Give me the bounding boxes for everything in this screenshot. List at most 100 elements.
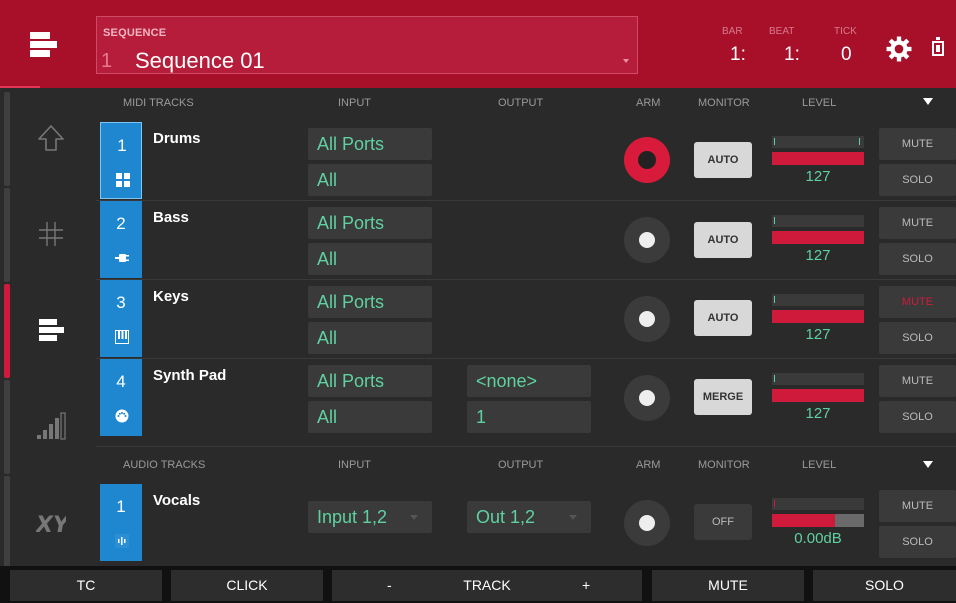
- midi-track-row[interactable]: 4 Synth Pad All Ports All <none> 1 MERGE…: [96, 359, 956, 437]
- level-bar: [772, 231, 864, 244]
- track-name: Bass: [153, 209, 189, 226]
- arm-button[interactable]: [624, 137, 670, 183]
- track-name: Drums: [153, 130, 201, 147]
- monitor-button[interactable]: MERGE: [694, 379, 752, 415]
- midi-track-row[interactable]: 2 Bass All Ports All AUTO 127 MUTE SOLO: [96, 201, 956, 279]
- main-menu-button[interactable]: [18, 22, 62, 66]
- track-number-cell[interactable]: 1: [100, 122, 142, 199]
- level-meter: [772, 215, 864, 227]
- grid-icon: [39, 222, 63, 246]
- input-channel-field[interactable]: All: [308, 401, 432, 433]
- level-meter: [772, 136, 864, 148]
- sidebar-item-xy[interactable]: XY: [0, 476, 96, 570]
- monitor-button[interactable]: AUTO: [694, 300, 752, 336]
- audio-input-value: Input 1,2: [317, 507, 388, 527]
- track-list-icon: [39, 319, 64, 341]
- audio-track-row[interactable]: 1 Vocals Input 1,2 Out 1,2 OFF 0.00dB MU…: [96, 484, 956, 562]
- sidebar-item-grid[interactable]: [0, 188, 96, 282]
- input-channel-field[interactable]: All: [308, 164, 432, 196]
- audio-options-dropdown[interactable]: [923, 461, 933, 468]
- input-port-field[interactable]: All Ports: [308, 207, 432, 239]
- arm-button[interactable]: [624, 500, 670, 546]
- input-channel-field[interactable]: All: [308, 243, 432, 275]
- xy-icon: XY: [36, 513, 66, 538]
- monitor-header: MONITOR: [698, 97, 750, 109]
- mute-mode-button[interactable]: MUTE: [652, 570, 804, 601]
- waveform-icon: [115, 534, 129, 548]
- level-meter: [772, 294, 864, 306]
- track-name: Keys: [153, 288, 189, 305]
- audio-input-field[interactable]: Input 1,2: [308, 501, 432, 533]
- input-port-field[interactable]: All Ports: [308, 286, 432, 318]
- midi-tracks-header: MIDI TRACKS: [123, 97, 194, 109]
- track-number: 1: [117, 136, 127, 155]
- sidebar-item-levels[interactable]: [0, 380, 96, 474]
- input-port-field[interactable]: All Ports: [308, 365, 432, 397]
- arm-button[interactable]: [624, 375, 670, 421]
- monitor-button[interactable]: AUTO: [694, 222, 752, 258]
- midi-options-dropdown[interactable]: [923, 98, 933, 105]
- up-arrow-icon: [38, 125, 64, 151]
- chevron-down-icon: [623, 59, 629, 63]
- track-next-button[interactable]: +: [582, 570, 590, 601]
- monitor-button[interactable]: AUTO: [694, 142, 752, 178]
- chevron-down-icon: [410, 515, 418, 520]
- mute-button[interactable]: MUTE: [879, 128, 956, 160]
- track-name: Synth Pad: [153, 367, 227, 384]
- plug-icon: [115, 254, 129, 262]
- track-number-cell[interactable]: 2: [100, 201, 142, 278]
- level-bar: [772, 389, 864, 402]
- output-port-field[interactable]: <none>: [467, 365, 591, 397]
- solo-mode-button[interactable]: SOLO: [813, 570, 956, 601]
- track-name: Vocals: [153, 492, 201, 509]
- mute-button[interactable]: MUTE: [879, 365, 956, 397]
- monitor-header: MONITOR: [698, 459, 750, 471]
- track-mixer-panel: MIDI TRACKS INPUT OUTPUT ARM MONITOR LEV…: [96, 88, 956, 566]
- gear-icon[interactable]: [886, 36, 912, 62]
- arm-button[interactable]: [624, 296, 670, 342]
- level-meter: [772, 498, 864, 510]
- track-selector[interactable]: - TRACK +: [332, 570, 642, 601]
- mute-button[interactable]: MUTE: [879, 207, 956, 239]
- sidebar-item-up[interactable]: [0, 92, 96, 186]
- sidebar-item-track-mixer[interactable]: [0, 284, 96, 378]
- bar-value[interactable]: 1:: [730, 44, 746, 66]
- track-number-cell[interactable]: 3: [100, 280, 142, 357]
- track-number-cell[interactable]: 1: [100, 484, 142, 561]
- midi-port-icon: [115, 409, 129, 423]
- level-bars-icon: [37, 412, 66, 440]
- track-number-cell[interactable]: 4: [100, 359, 142, 436]
- drum-pads-icon: [116, 173, 130, 187]
- output-channel-field[interactable]: 1: [467, 401, 591, 433]
- solo-button[interactable]: SOLO: [879, 164, 956, 196]
- solo-button[interactable]: SOLO: [879, 526, 956, 558]
- audio-output-field[interactable]: Out 1,2: [467, 501, 591, 533]
- mute-button[interactable]: MUTE: [879, 286, 956, 318]
- solo-button[interactable]: SOLO: [879, 243, 956, 275]
- tc-button[interactable]: TC: [10, 570, 162, 601]
- mute-button[interactable]: MUTE: [879, 490, 956, 522]
- monitor-button[interactable]: OFF: [694, 504, 752, 540]
- beat-value[interactable]: 1:: [784, 44, 800, 66]
- input-header: INPUT: [338, 459, 371, 471]
- level-value: 127: [805, 247, 831, 264]
- click-button[interactable]: CLICK: [171, 570, 323, 601]
- solo-button[interactable]: SOLO: [879, 322, 956, 354]
- solo-button[interactable]: SOLO: [879, 401, 956, 433]
- svg-text:XY: XY: [36, 513, 66, 538]
- output-header: OUTPUT: [498, 459, 544, 471]
- level-value: 127: [805, 168, 831, 185]
- midi-track-row[interactable]: 1 Drums All Ports All AUTO 127 MUTE SOLO: [96, 122, 956, 200]
- level-meter: [772, 373, 864, 385]
- chevron-down-icon: [569, 515, 577, 520]
- piano-keys-icon: [115, 330, 129, 344]
- level-value: 127: [805, 405, 831, 422]
- level-bar: [772, 310, 864, 323]
- sequence-selector[interactable]: SEQUENCE 1 Sequence 01: [96, 16, 638, 74]
- input-channel-field[interactable]: All: [308, 322, 432, 354]
- midi-track-row[interactable]: 3 Keys All Ports All AUTO 127 MUTE SOLO: [96, 280, 956, 358]
- input-port-field[interactable]: All Ports: [308, 128, 432, 160]
- arm-button[interactable]: [624, 217, 670, 263]
- level-value: 0.00dB: [794, 530, 842, 547]
- tick-value[interactable]: 0: [841, 44, 852, 66]
